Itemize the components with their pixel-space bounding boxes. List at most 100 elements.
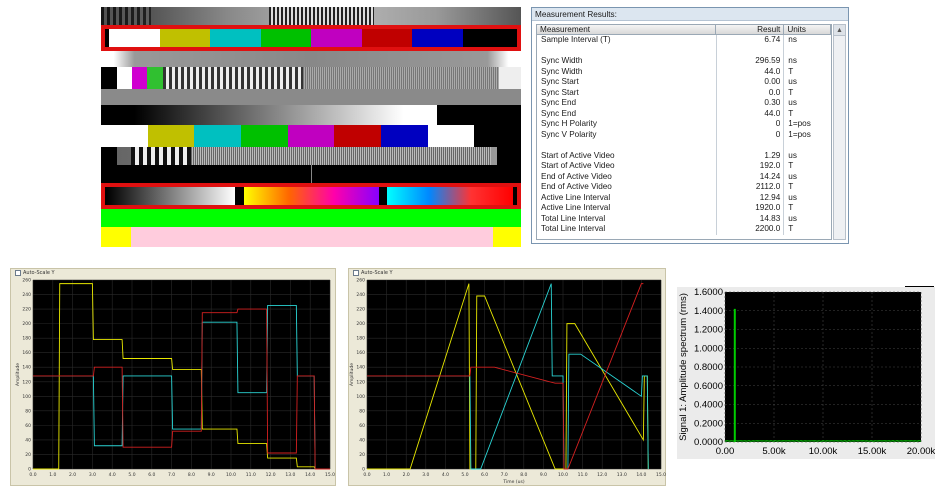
x-tick-label: 0.0 bbox=[29, 472, 36, 478]
x-tick-label: 3.0 bbox=[422, 472, 429, 478]
x-tick-label: 15.00k bbox=[858, 446, 887, 457]
result-cell bbox=[715, 45, 785, 56]
color-bar-segment bbox=[380, 125, 429, 147]
units-cell: us bbox=[788, 213, 797, 223]
x-tick-label: 0.0 bbox=[363, 472, 370, 478]
x-tick-label: 15.0 bbox=[325, 472, 335, 478]
table-row[interactable]: Sync End 44.0 T bbox=[537, 108, 831, 119]
y-tick-label: 180 bbox=[356, 336, 365, 342]
x-tick-label: 7.0 bbox=[501, 472, 508, 478]
green-band bbox=[101, 209, 521, 227]
measurement-results-panel: Measurement Results: Measurement Result … bbox=[531, 7, 849, 244]
table-row[interactable]: Active Line Interval 1920.0 T bbox=[537, 203, 831, 214]
y-tick-label: 100 bbox=[356, 394, 365, 400]
table-row[interactable]: Sync End 0.30 us bbox=[537, 98, 831, 109]
spectrum-noise-trace bbox=[724, 440, 922, 442]
table-row[interactable]: End of Active Video 2112.0 T bbox=[537, 182, 831, 193]
table-row[interactable]: Start of Active Video 192.0 T bbox=[537, 161, 831, 172]
scroll-up-icon[interactable]: ▲ bbox=[834, 25, 845, 36]
color-bar-segment bbox=[101, 125, 149, 147]
x-tick-label: 1.0 bbox=[49, 472, 56, 478]
units-cell: us bbox=[788, 77, 797, 86]
y-tick-label: 240 bbox=[22, 292, 31, 298]
result-cell: 0 bbox=[715, 129, 785, 140]
table-row[interactable]: Sample Interval (T) 6.74 ns bbox=[537, 35, 831, 46]
x-tick-label: 12.0 bbox=[266, 472, 276, 478]
y-tick-label: 60 bbox=[359, 423, 365, 429]
units-cell bbox=[784, 46, 831, 57]
x-tick-label: 10.00k bbox=[809, 446, 838, 457]
measurement-cell: Sync V Polarity bbox=[541, 129, 597, 139]
result-cell: 12.94 bbox=[715, 192, 785, 203]
table-row[interactable]: Sync Start 0.0 T bbox=[537, 87, 831, 98]
units-cell: T bbox=[788, 161, 794, 170]
table-row[interactable]: Start of Active Video 1.29 us bbox=[537, 150, 831, 161]
y-tick-label: 20 bbox=[359, 452, 365, 458]
units-cell: T bbox=[788, 66, 794, 76]
table-row[interactable]: Sync Width 296.59 ns bbox=[537, 56, 831, 67]
multiburst-band bbox=[101, 67, 521, 89]
color-bar-segment bbox=[334, 125, 382, 147]
table-row[interactable]: Sync H Polarity 0 1=pos bbox=[537, 119, 831, 130]
y-tick-label: 140 bbox=[22, 365, 31, 371]
x-tick-label: 10.0 bbox=[558, 472, 568, 478]
table-row[interactable]: Total Line Interval 14.83 us bbox=[537, 213, 831, 224]
result-cell: 1920.0 bbox=[715, 203, 785, 214]
measurement-cell: Sync H Polarity bbox=[541, 119, 597, 128]
measurement-cell: Total Line Interval bbox=[541, 224, 606, 233]
table-row[interactable]: End of Active Video 14.24 us bbox=[537, 171, 831, 182]
y-tick-label: 20 bbox=[25, 452, 31, 458]
x-tick-label: 15.0 bbox=[656, 472, 666, 478]
result-cell: 0.30 bbox=[715, 98, 785, 109]
measurement-cell: Active Line Interval bbox=[541, 203, 611, 212]
y-tick-label: 60 bbox=[25, 423, 31, 429]
x-tick-label: 11.0 bbox=[578, 472, 588, 478]
y-tick-label: 180 bbox=[22, 336, 31, 342]
x-tick-label: 4.0 bbox=[442, 472, 449, 478]
table-row[interactable]: Sync Start 0.00 us bbox=[537, 77, 831, 88]
table-body: Sample Interval (T) 6.74 ns Sync Width 296.5… bbox=[537, 35, 831, 235]
measurement-cell: Sample Interval (T) bbox=[541, 35, 611, 44]
table-row[interactable] bbox=[537, 45, 831, 57]
table-row[interactable]: Active Line Interval 12.94 us bbox=[537, 192, 831, 203]
scope-plot-left: Auto-Scale Y 0.0 1.0 2.0 3.0 4.0 5.0 6.0 7.0 8.0… bbox=[10, 268, 336, 486]
selection-frame-bottom bbox=[101, 183, 521, 209]
color-bar-segment bbox=[427, 125, 476, 147]
units-cell: us bbox=[788, 98, 797, 107]
table-row[interactable] bbox=[537, 140, 831, 151]
x-tick-label: 13.0 bbox=[617, 472, 627, 478]
vertical-scrollbar[interactable]: ▲ bbox=[833, 24, 846, 240]
units-cell: us bbox=[788, 171, 797, 181]
result-cell: 2112.0 bbox=[715, 182, 785, 193]
x-tick-label: 5.0 bbox=[461, 472, 468, 478]
measurement-cell: Total Line Interval bbox=[541, 213, 606, 223]
result-cell: 14.24 bbox=[715, 171, 785, 182]
table-row[interactable]: Sync Width 44.0 T bbox=[537, 66, 831, 77]
spectrum-plot: 0.0000 0.2000 0.4000 0.6000 0.8000 1.0000 1.20… bbox=[677, 287, 936, 459]
column-header-units[interactable]: Units bbox=[784, 25, 831, 34]
measurement-table: Measurement Result Units Sample Interval… bbox=[536, 24, 832, 240]
y-tick-label: 120 bbox=[356, 379, 365, 385]
luma-ramp-band bbox=[101, 105, 521, 125]
x-tick-label: 14.0 bbox=[305, 472, 315, 478]
y-tick-label: 40 bbox=[25, 437, 31, 443]
x-tick-label: 11.0 bbox=[246, 472, 256, 478]
table-row[interactable]: Total Line Interval 2200.0 T bbox=[537, 224, 831, 235]
x-tick-label: 14.0 bbox=[636, 472, 646, 478]
color-bar-segment bbox=[287, 125, 336, 147]
units-cell: T bbox=[788, 108, 794, 118]
y-tick-label: 80 bbox=[25, 408, 31, 414]
y-tick-label: 200 bbox=[356, 321, 365, 327]
units-cell: ns bbox=[788, 35, 797, 44]
measurement-cell: Sync End bbox=[541, 108, 577, 118]
column-header-measurement[interactable]: Measurement bbox=[537, 25, 716, 34]
y-tick-label: 140 bbox=[356, 365, 365, 371]
measurement-cell: Active Line Interval bbox=[541, 192, 611, 202]
y-tick-label: 120 bbox=[22, 379, 31, 385]
column-header-result[interactable]: Result bbox=[716, 25, 785, 34]
x-tick-label: 0.00 bbox=[716, 446, 735, 457]
y-tick-label: 220 bbox=[356, 307, 365, 313]
table-row[interactable]: Sync V Polarity 0 1=pos bbox=[537, 129, 831, 140]
units-cell: T bbox=[788, 224, 794, 233]
result-cell: 0 bbox=[715, 119, 785, 130]
